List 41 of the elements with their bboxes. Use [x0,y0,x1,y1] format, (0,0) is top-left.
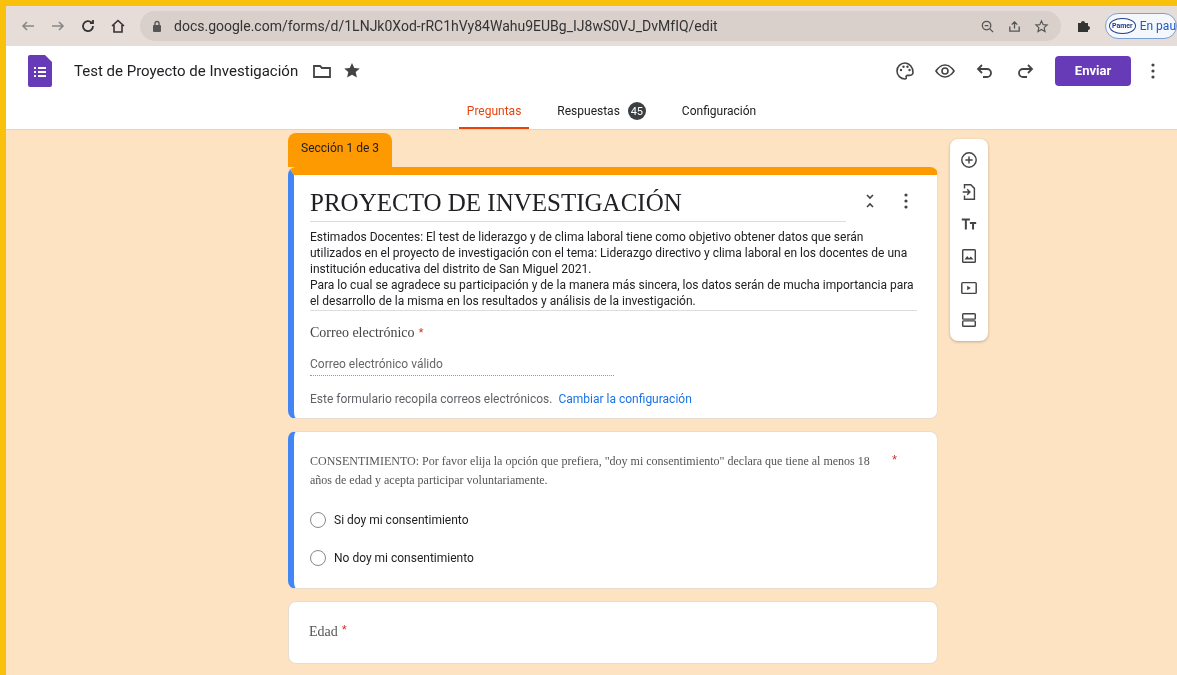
puzzle-icon[interactable] [1075,18,1092,34]
more-icon[interactable] [1151,62,1155,79]
count-badge: 45 [627,102,646,120]
question-card[interactable]: Edad * [288,601,938,664]
tab-label: Preguntas [466,104,522,118]
home-icon[interactable] [110,18,126,34]
required-mark: * [891,452,897,467]
star-icon[interactable] [1034,18,1050,34]
description-text: Estimados Docentes: El test de liderazgo y de clima laboral tiene como objetivo obtener datos que serán utilizados en el proyecto de investigación con el tema: Liderazgo directivo y clima laboral en los docentes de una institución educativa del distrito de San Miguel 2021. [310,229,909,277]
address-bar[interactable]: docs.google.com/forms/d/1LNJk0Xod-rRC1hVy84Wahu9EUBg_IJ8wS0VJ_DvMfIQ/edit [140,11,1062,41]
note-text: Este formulario recopila correos electrónicos. [310,392,553,406]
add-icon[interactable] [960,151,978,169]
section-title[interactable]: PROYECTO DE INVESTIGACIÓN [310,179,846,222]
tab-label: Configuración [681,104,757,118]
zoom-icon[interactable] [980,18,996,34]
lock-icon [152,20,162,32]
question-title: CONSENTIMIENTO: Por favor elija la opción que prefiera, "doy mi consentimiento" declara que tiene al menos 18 años de edad y acepta participar voluntariamente. [310,453,871,489]
import-icon[interactable] [960,183,978,201]
palette-icon[interactable] [895,60,915,81]
option-label: Si doy mi consentimiento [334,513,469,527]
reload-icon[interactable] [80,18,96,34]
required-mark: * [418,325,424,340]
more-icon[interactable] [904,192,908,209]
question-title: Correo electrónico [310,325,415,340]
form-title[interactable]: Test de Proyecto de Investigación [74,61,299,80]
send-button[interactable]: Enviar [1055,55,1131,86]
tab-label: Respuestas [557,104,620,118]
option-label: No doy mi consentimiento [334,551,474,565]
settings-link[interactable]: Cambiar la configuración [558,392,692,406]
tab[interactable]: Configuración [673,95,765,129]
tab[interactable]: Preguntas [458,95,530,129]
image-icon[interactable] [960,247,978,265]
question-title: Edad [309,623,338,641]
share-icon[interactable] [1007,18,1023,34]
section-icon[interactable] [960,311,978,329]
video-icon[interactable] [960,279,978,297]
question-card[interactable] [288,431,938,589]
forms-logo-icon[interactable] [28,54,52,87]
description-text: Para lo cual se agradece su participación y de la manera más sincera, los datos serán de mucha importancia para el desarrollo de la misma en los resultados y análisis de la investigación. [310,277,915,309]
tab[interactable]: Respuestas 45 [549,95,654,129]
required-mark: * [341,622,347,637]
